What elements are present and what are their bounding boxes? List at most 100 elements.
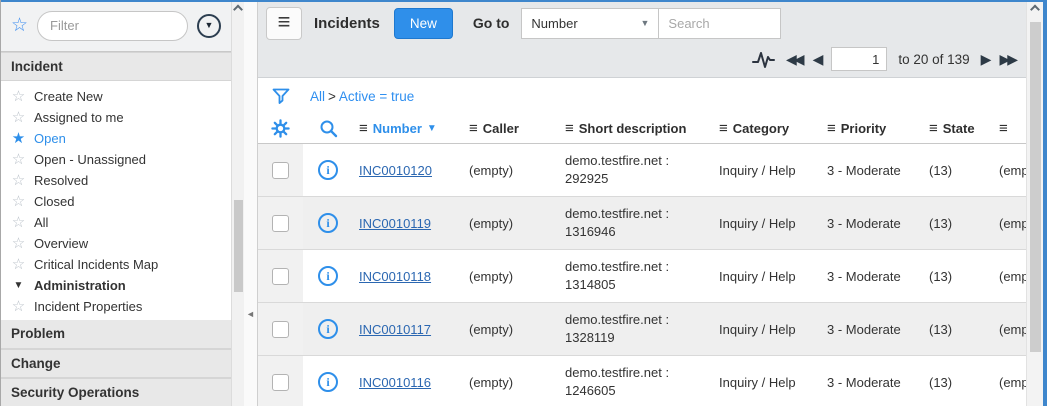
record-link[interactable]: INC0010119	[359, 216, 431, 231]
sidebar-group-administration[interactable]: ▼ Administration	[1, 275, 231, 296]
favorite-star-icon[interactable]: ☆	[11, 194, 26, 209]
column-label[interactable]: Caller	[483, 121, 519, 136]
record-link[interactable]: INC0010118	[359, 269, 431, 284]
next-page-icon[interactable]: ▶	[981, 52, 989, 66]
favorite-star-icon[interactable]: ☆	[11, 152, 26, 167]
selection-edge-top	[1, 0, 1047, 2]
column-menu-icon[interactable]: ≡	[929, 121, 938, 136]
priority-cell: 3 - Moderate	[821, 375, 923, 390]
favorite-star-icon[interactable]: ☆	[11, 236, 26, 251]
sort-descending-icon: ▼	[427, 123, 437, 134]
sidebar-item-assigned-to-me[interactable]: ☆ Assigned to me	[1, 107, 231, 128]
nav-section-security-operations[interactable]: Security Operations	[1, 378, 231, 406]
column-menu-icon[interactable]: ≡	[999, 121, 1008, 136]
column-header-state[interactable]: ≡ State	[923, 121, 993, 136]
sidebar-item-critical-incidents-map[interactable]: ☆ Critical Incidents Map	[1, 254, 231, 275]
chevron-down-icon[interactable]: ▼	[11, 281, 26, 291]
column-header-category[interactable]: ≡ Category	[713, 121, 821, 136]
caller-cell: (empty)	[463, 375, 559, 390]
column-menu-icon[interactable]: ≡	[827, 121, 836, 136]
column-label[interactable]: State	[943, 121, 975, 136]
goto-field-select[interactable]: Number ▼	[521, 8, 659, 39]
first-page-icon[interactable]: ◀◀	[786, 52, 802, 66]
column-menu-icon[interactable]: ≡	[719, 121, 728, 136]
pane-divider[interactable]: ◄	[244, 0, 258, 406]
sidebar-item-all[interactable]: ☆ All	[1, 212, 231, 233]
row-offset-input[interactable]	[831, 47, 887, 71]
nav-section-change[interactable]: Change	[1, 349, 231, 378]
list-context-menu-button[interactable]: ≡	[266, 7, 302, 40]
favorite-star-filled-icon[interactable]: ★	[11, 131, 26, 146]
sidebar-scrollbar-thumb[interactable]	[234, 200, 243, 292]
new-record-button[interactable]: New	[394, 8, 453, 39]
row-checkbox[interactable]	[272, 215, 289, 232]
sidebar-item-closed[interactable]: ☆ Closed	[1, 191, 231, 212]
column-header-number[interactable]: ≡ Number ▼	[353, 121, 463, 136]
favorite-star-icon[interactable]: ☆	[11, 257, 26, 272]
personalize-list-gear[interactable]	[258, 119, 303, 138]
column-menu-icon[interactable]: ≡	[359, 121, 368, 136]
list-scrollbar-thumb[interactable]	[1030, 22, 1041, 352]
list-search-toggle[interactable]	[303, 119, 353, 138]
record-link[interactable]: INC0010116	[359, 375, 431, 390]
pagination-range-text: to 20 of 139	[898, 52, 969, 67]
list-search-input[interactable]	[659, 8, 781, 39]
scroll-up-icon[interactable]	[233, 5, 243, 15]
column-label[interactable]: Priority	[841, 121, 887, 136]
nav-section-problem[interactable]: Problem	[1, 320, 231, 349]
info-icon[interactable]: i	[318, 319, 338, 339]
info-icon[interactable]: i	[318, 160, 338, 180]
navigator-filter-input[interactable]	[37, 11, 188, 41]
column-label[interactable]: Number	[373, 121, 422, 136]
column-header-clipped[interactable]: ≡	[993, 121, 1026, 136]
favorites-star-icon[interactable]: ☆	[11, 16, 28, 35]
favorite-star-icon[interactable]: ☆	[11, 110, 26, 125]
sidebar-item-open[interactable]: ★ Open	[1, 128, 231, 149]
pagination-controls: ◀◀ ◀ to 20 of 139 ▶ ▶▶	[752, 46, 1015, 72]
column-header-caller[interactable]: ≡ Caller	[463, 121, 559, 136]
favorite-star-icon[interactable]: ☆	[11, 299, 26, 314]
filter-dropdown-icon[interactable]: ▼	[197, 14, 221, 38]
state-cell: (13)	[923, 269, 993, 284]
row-checkbox[interactable]	[272, 374, 289, 391]
previous-page-icon[interactable]: ◀	[813, 52, 821, 66]
record-link[interactable]: INC0010117	[359, 322, 431, 337]
scroll-up-icon[interactable]	[1030, 5, 1040, 15]
favorite-star-icon[interactable]: ☆	[11, 89, 26, 104]
last-page-icon[interactable]: ▶▶	[999, 52, 1015, 66]
row-checkbox[interactable]	[272, 162, 289, 179]
column-label[interactable]: Short description	[579, 121, 687, 136]
collapse-sidebar-icon[interactable]: ◄	[246, 310, 255, 319]
record-link[interactable]: INC0010120	[359, 163, 432, 178]
row-checkbox[interactable]	[272, 268, 289, 285]
info-icon[interactable]: i	[318, 266, 338, 286]
info-icon[interactable]: i	[318, 372, 338, 392]
sidebar-item-incident-properties[interactable]: ☆ Incident Properties	[1, 296, 231, 317]
sidebar-item-label: Resolved	[34, 173, 88, 188]
activity-stream-icon[interactable]	[752, 49, 775, 69]
row-checkbox[interactable]	[272, 321, 289, 338]
application-window: ☆ ▼ Incident ☆ Create New ☆ Assigned to …	[0, 0, 1047, 406]
column-header-priority[interactable]: ≡ Priority	[821, 121, 923, 136]
info-icon[interactable]: i	[318, 213, 338, 233]
priority-cell: 3 - Moderate	[821, 163, 923, 178]
nav-section-incident[interactable]: Incident	[1, 52, 231, 81]
breadcrumb-all-link[interactable]: All	[310, 89, 325, 104]
breadcrumb-condition-link[interactable]: Active = true	[339, 89, 414, 104]
column-header-short-description[interactable]: ≡ Short description	[559, 121, 713, 136]
sidebar-item-create-new[interactable]: ☆ Create New	[1, 86, 231, 107]
filter-funnel-icon[interactable]	[258, 87, 303, 106]
list-scrollbar[interactable]	[1026, 0, 1043, 406]
column-menu-icon[interactable]: ≡	[469, 121, 478, 136]
sidebar-item-label: Overview	[34, 236, 88, 251]
sidebar-item-open-unassigned[interactable]: ☆ Open - Unassigned	[1, 149, 231, 170]
table-row: i INC0010117 (empty) demo.testfire.net :…	[258, 303, 1026, 356]
favorite-star-icon[interactable]: ☆	[11, 173, 26, 188]
sidebar-item-resolved[interactable]: ☆ Resolved	[1, 170, 231, 191]
selection-edge-right	[1043, 0, 1047, 406]
column-menu-icon[interactable]: ≡	[565, 121, 574, 136]
favorite-star-icon[interactable]: ☆	[11, 215, 26, 230]
column-label[interactable]: Category	[733, 121, 789, 136]
sidebar-item-overview[interactable]: ☆ Overview	[1, 233, 231, 254]
sidebar-scrollbar[interactable]	[231, 0, 244, 406]
